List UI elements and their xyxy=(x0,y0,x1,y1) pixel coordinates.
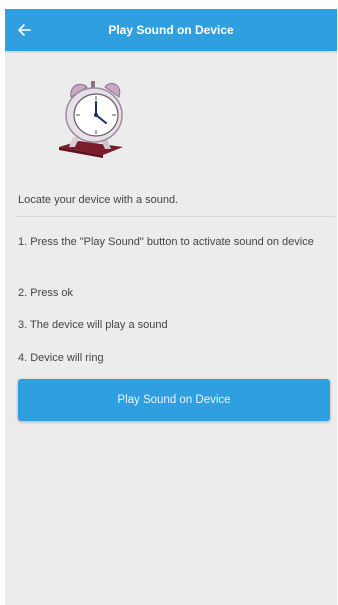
step-item: 4. Device will ring xyxy=(18,352,104,364)
back-button[interactable] xyxy=(5,9,43,51)
alarm-clock-icon xyxy=(49,75,135,159)
page-title: Play Sound on Device xyxy=(108,23,234,37)
step-item: 3. The device will play a sound xyxy=(18,319,168,331)
step-item: 2. Press ok xyxy=(18,287,74,299)
app-bar: Play Sound on Device xyxy=(5,9,337,51)
intro-text: Locate your device with a sound. xyxy=(18,194,179,206)
divider xyxy=(15,216,335,217)
play-sound-button[interactable]: Play Sound on Device xyxy=(18,379,330,421)
arrow-left-icon xyxy=(18,24,31,36)
step-item: 1. Press the "Play Sound" button to acti… xyxy=(18,236,314,248)
screen: Play Sound on Device Locate your device … xyxy=(5,9,337,605)
